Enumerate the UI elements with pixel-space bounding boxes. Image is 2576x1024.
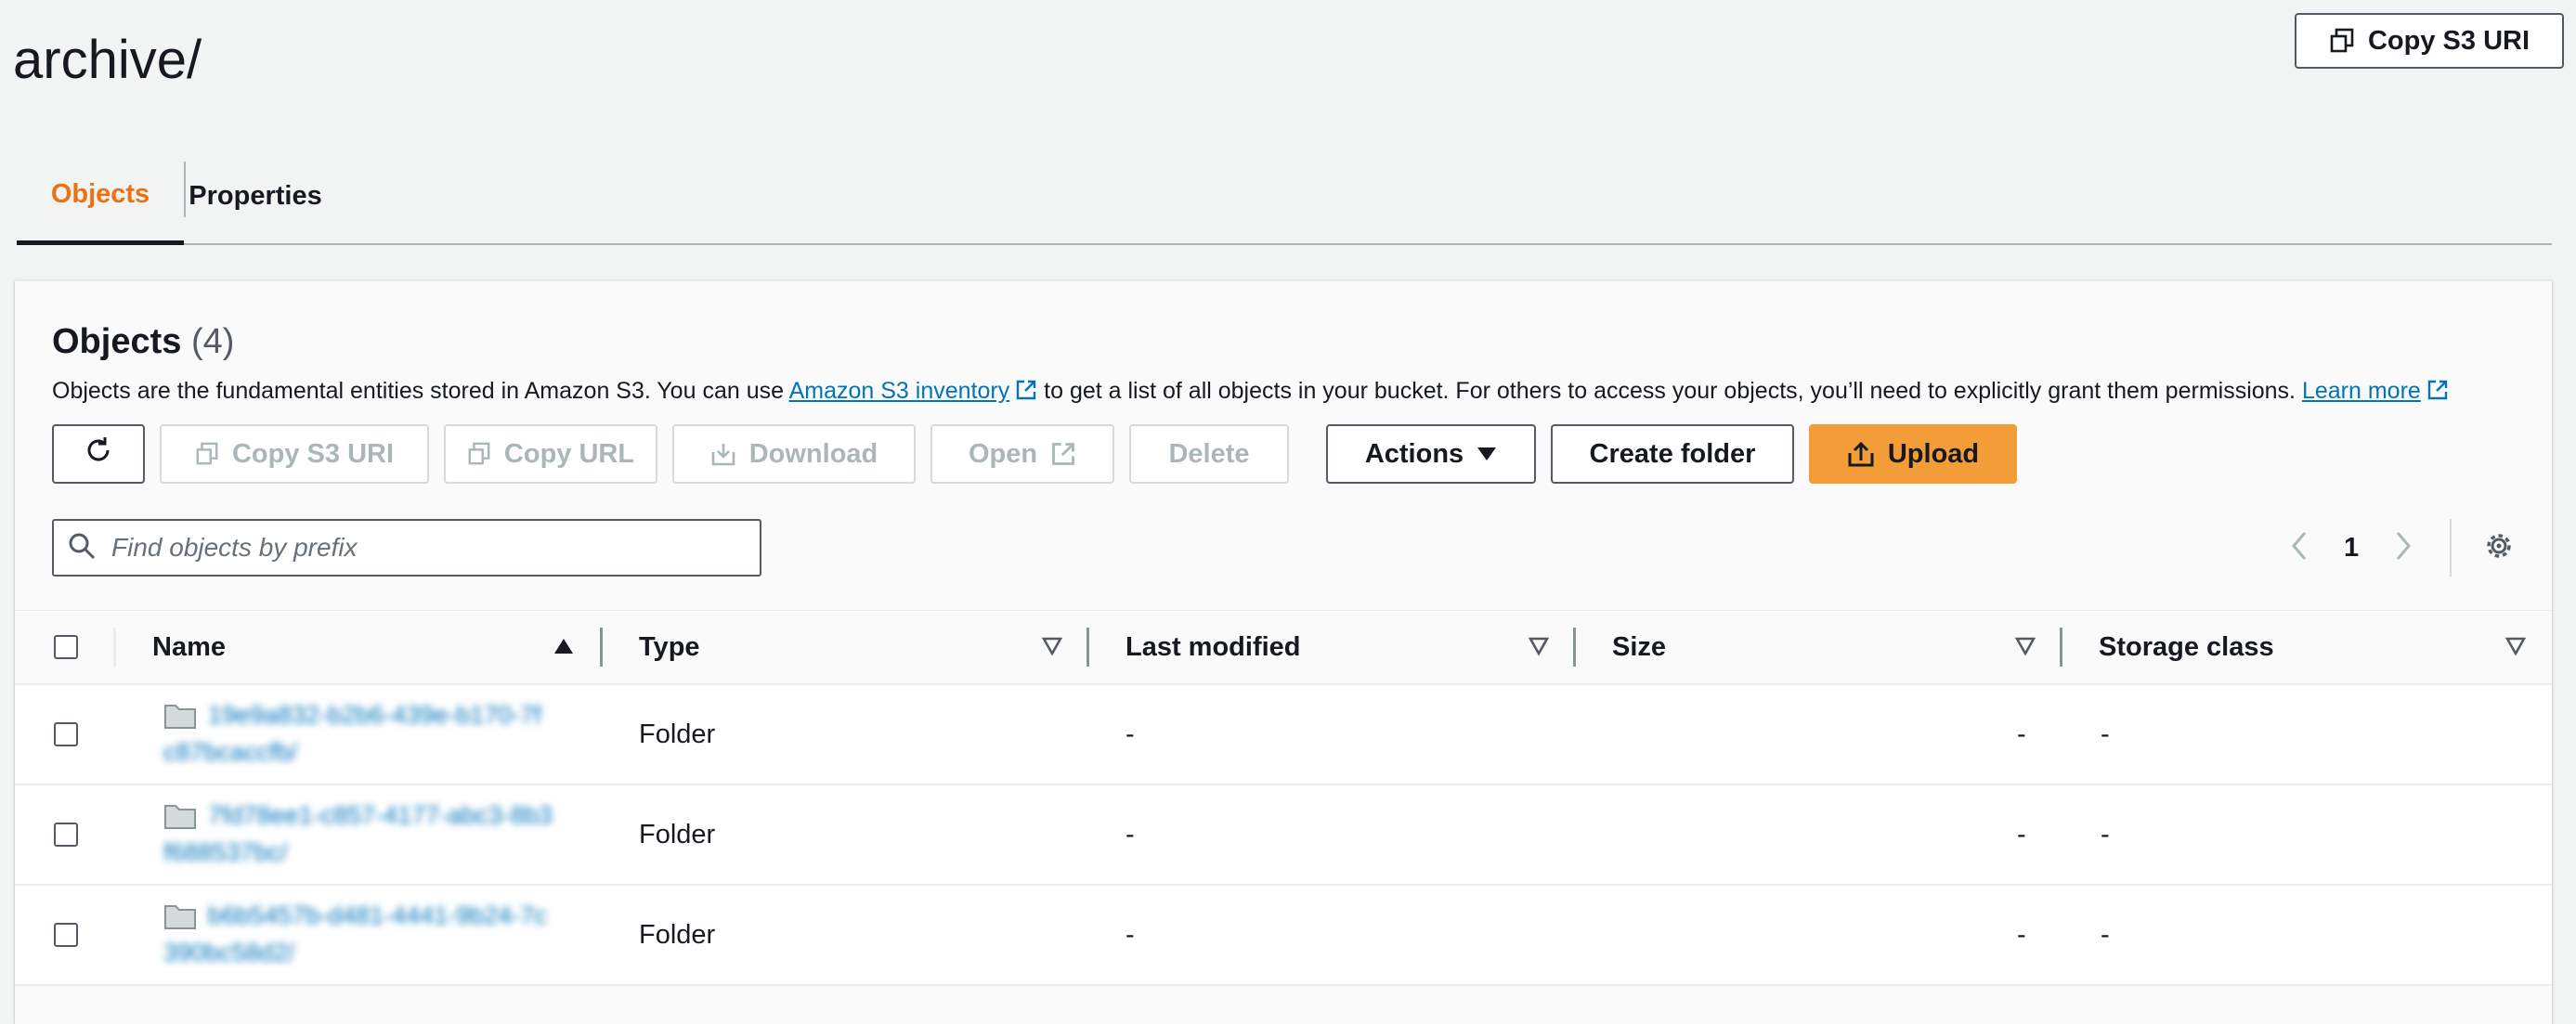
column-divider [113,628,116,667]
column-header-storage-class[interactable]: Storage class [2099,611,2274,683]
object-type: Folder [639,719,716,749]
sort-icon[interactable] [1528,637,1550,660]
search-icon [67,531,97,565]
gear-icon [2483,530,2515,566]
learn-more-text: Learn more [2301,378,2421,404]
object-last-modified: - [1125,719,1135,749]
copy-s3-uri-button[interactable]: Copy S3 URI [160,424,429,484]
chevron-left-icon [2290,531,2309,565]
object-storage-class: - [2101,819,2110,849]
copy-icon [195,442,219,466]
object-name-link[interactable]: 7fd78ee1-c857-4177-abc3-8b3f688537bc/ [163,797,553,871]
copy-s3-uri-label: Copy S3 URI [231,438,395,469]
table-row[interactable]: 7fd78ee1-c857-4177-abc3-8b3f688537bc/ Fo… [15,785,2552,886]
delete-label: Delete [1168,438,1250,469]
sort-ascending-icon[interactable] [553,637,574,660]
copy-s3-uri-header-button[interactable]: Copy S3 URI [2295,13,2564,69]
objects-table: Name Type Last modified Size Storage cla… [15,610,2552,986]
sort-icon[interactable] [1041,637,1063,660]
create-folder-label: Create folder [1589,438,1756,469]
download-label: Download [748,438,878,469]
object-storage-class: - [2101,919,2110,950]
column-header-size[interactable]: Size [1612,611,1666,683]
create-folder-button[interactable]: Create folder [1551,424,1794,484]
table-row[interactable]: 19e9a832-b2b6-439e-b170-7fc87bcaccfb/ Fo… [15,685,2552,785]
actions-label: Actions [1364,438,1464,469]
upload-icon [1847,440,1875,468]
objects-panel: Objects (4) Objects are the fundamental … [15,280,2552,1024]
column-divider[interactable] [1086,628,1089,667]
external-link-icon [2426,379,2449,408]
s3-inventory-link-text: Amazon S3 inventory [788,378,1010,404]
page-title: archive/ [13,30,202,90]
column-divider[interactable] [2060,628,2062,667]
object-name-link[interactable]: b6b5457b-d481-4441-9b24-7c390bc58d2/ [163,897,553,971]
search-input[interactable] [110,532,745,564]
copy-icon [2329,28,2355,54]
object-size: - [2017,919,2026,950]
select-all-checkbox[interactable] [54,635,78,659]
object-name-cell: 7fd78ee1-c857-4177-abc3-8b3f688537bc/ [150,797,559,876]
object-name-cell: b6b5457b-d481-4441-9b24-7c390bc58d2/ [150,897,559,977]
previous-page-button[interactable] [2290,525,2309,571]
description-text-2: to get a list of all objects in your buc… [1037,378,2302,404]
description-text-1: Objects are the fundamental entities sto… [52,378,789,404]
refresh-icon [83,434,114,473]
open-label: Open [968,438,1038,469]
row-checkbox[interactable] [54,823,78,847]
column-divider[interactable] [1573,628,1576,667]
search-box [52,519,761,577]
tab-objects[interactable]: Objects [17,149,184,245]
objects-heading: Objects (4) [52,322,234,362]
row-checkbox[interactable] [54,722,78,746]
column-header-last-modified[interactable]: Last modified [1125,611,1301,683]
copy-url-label: Copy URL [503,438,635,469]
column-header-type[interactable]: Type [639,611,700,683]
caret-down-icon [1477,446,1497,462]
table-header: Name Type Last modified Size Storage cla… [15,610,2552,685]
copy-icon [467,442,491,466]
download-icon [710,441,736,467]
object-type: Folder [639,819,716,849]
column-divider[interactable] [600,628,603,667]
objects-count: (4) [190,322,235,361]
external-link-icon [1050,441,1076,467]
column-header-name[interactable]: Name [152,611,226,683]
tab-bar: Objects Properties [17,149,2552,245]
object-last-modified: - [1125,819,1135,849]
object-type: Folder [639,919,716,950]
copy-s3-uri-label: Copy S3 URI [2367,25,2530,56]
actions-dropdown-button[interactable]: Actions [1326,424,1536,484]
object-size: - [2017,719,2026,749]
table-preferences-button[interactable] [2483,525,2515,571]
table-row[interactable]: b6b5457b-d481-4441-9b24-7c390bc58d2/ Fol… [15,886,2552,986]
next-page-button[interactable] [2394,525,2413,571]
object-storage-class: - [2101,719,2110,749]
object-last-modified: - [1125,919,1135,950]
object-name-cell: 19e9a832-b2b6-439e-b170-7fc87bcaccfb/ [150,696,559,776]
objects-heading-title: Objects [52,322,182,361]
sort-icon[interactable] [2014,637,2036,660]
objects-description: Objects are the fundamental entities sto… [52,378,2449,408]
download-button[interactable]: Download [672,424,916,484]
delete-button[interactable]: Delete [1129,424,1289,484]
copy-url-button[interactable]: Copy URL [444,424,657,484]
chevron-right-icon [2394,531,2413,565]
refresh-button[interactable] [52,424,145,484]
open-button[interactable]: Open [930,424,1114,484]
learn-more-link[interactable]: Learn more [2302,378,2449,404]
tab-properties[interactable]: Properties [186,149,325,243]
row-checkbox[interactable] [54,923,78,947]
upload-label: Upload [1887,438,1980,469]
current-page-number[interactable]: 1 [2344,525,2359,571]
s3-inventory-link[interactable]: Amazon S3 inventory [789,378,1038,404]
external-link-icon [1015,379,1037,408]
pager-divider [2450,519,2452,577]
object-name-link[interactable]: 19e9a832-b2b6-439e-b170-7fc87bcaccfb/ [163,696,553,771]
sort-icon[interactable] [2504,637,2527,660]
object-size: - [2017,819,2026,849]
upload-button[interactable]: Upload [1809,424,2017,484]
